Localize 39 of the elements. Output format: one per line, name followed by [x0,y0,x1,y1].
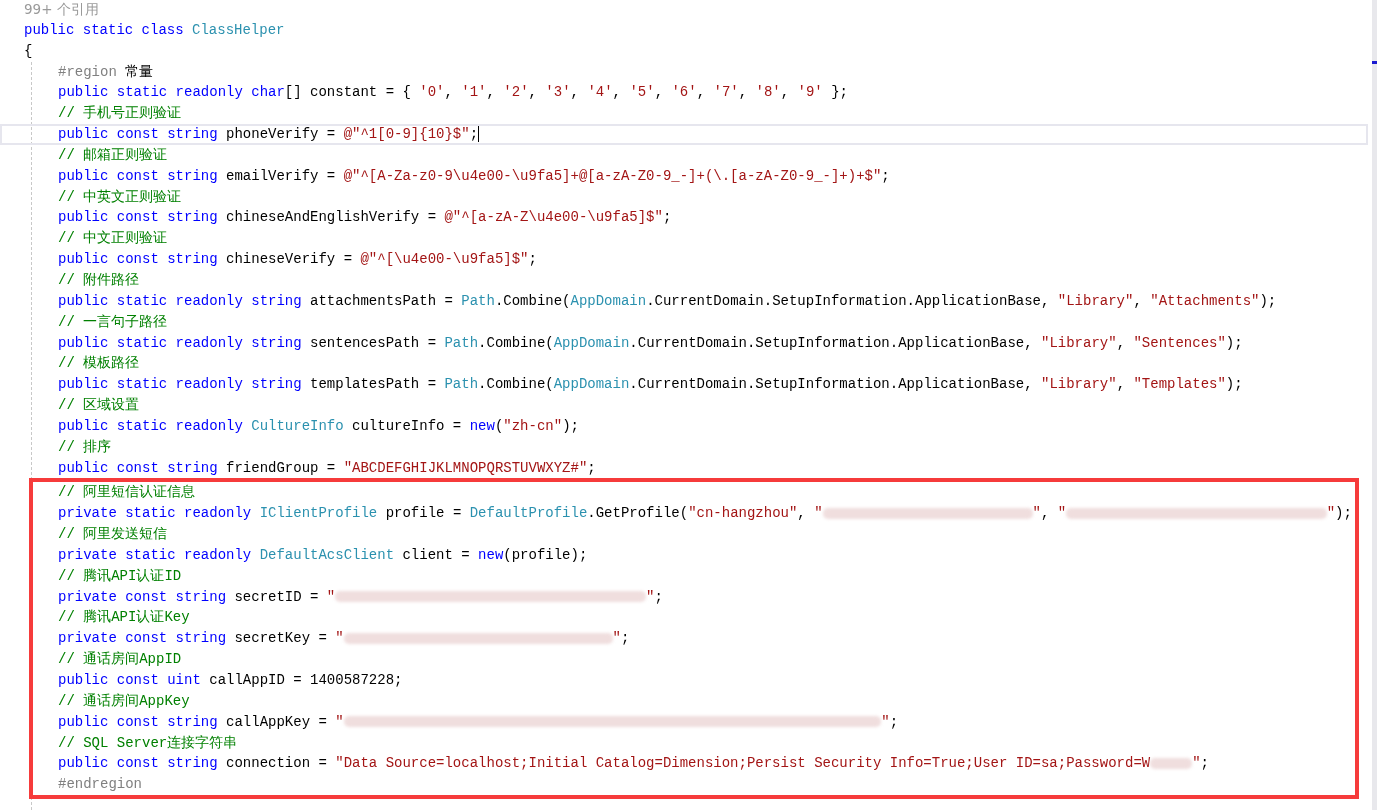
code-line: public const string chineseVerify = @"^[\u4e00-\u9fa5]$"; [58,250,538,270]
code-line: // 模板路径 [58,354,141,374]
code-line: public static readonly CultureInfo cultureInfo = new("zh-cn"); [58,416,580,436]
code-line: #endregion [58,775,143,795]
code-line: private static readonly IClientProfile profile = DefaultProfile.GetProfile("cn-hangzhou", " ", " "); [58,504,1353,524]
code-line: // 腾讯API认证Key [58,608,191,628]
code-line: public const string emailVerify = @"^[A-Za-z0-9\u4e00-\u9fa5]+@[a-zA-Z0-9_-]+(\.[a-zA-Z0-9_-]+)+$"; [58,166,891,186]
code-line: private const string secretKey = " "; [58,629,631,649]
caret-position-marker [1372,61,1377,64]
code-line: public const string connection = "Data Source=localhost;Initial Catalog=Dimension;Persist Security Info=True;User ID=sa;Password=W "; [58,754,1210,774]
code-line: #region 常量 [58,62,155,82]
code-line: // 排序 [58,437,113,457]
code-line: // 通话房间AppKey [58,691,191,711]
code-line: // 手机号正则验证 [58,104,183,124]
code-line: public static readonly char[] constant = { '0', '1', '2', '3', '4', '5', '6', '7', '8', '9' }; [58,83,849,103]
code-line: // 邮箱正则验证 [58,145,169,165]
code-line: private const string secretID = " "; [58,587,664,607]
code-line: public const string callAppKey = " "; [58,712,900,732]
code-line: public static readonly string attachmentsPath = Path.Combine(AppDomain.CurrentDomain.SetupInformation.ApplicationBase, "Library", "Attachments"); [58,291,1278,311]
code-line: public static readonly string sentencesPath = Path.Combine(AppDomain.CurrentDomain.SetupInformation.ApplicationBase, "Library", "Sentences"); [58,333,1244,353]
code-line: // 附件路径 [58,270,141,290]
code-line: // 中英文正则验证 [58,187,183,207]
scrollbar[interactable] [1372,0,1377,810]
code-line: // 阿里发送短信 [58,525,169,545]
code-line: // 一言句子路径 [58,312,169,332]
code-line: // 区域设置 [58,396,141,416]
code-line: // 通话房间AppID [58,650,183,670]
code-line: public const string friendGroup = "ABCDEFGHIJKLMNOPQRSTUVWXYZ#"; [58,458,597,478]
reference-count[interactable]: 99+ 个引用 [24,0,1368,20]
code-line: // 腾讯API认证ID [58,566,183,586]
code-line: public const uint callAppID = 1400587228; [58,671,404,690]
code-line: // 阿里短信认证信息 [58,483,197,503]
code-line: // SQL Server连接字符串 [58,733,239,753]
code-line: private static readonly DefaultAcsClient client = new(profile); [58,545,589,565]
code-line: public const string chineseAndEnglishVerify = @"^[a-zA-Z\u4e00-\u9fa5]$"; [58,208,673,228]
code-line: { [24,41,34,61]
code-line: public static readonly string templatesPath = Path.Combine(AppDomain.CurrentDomain.SetupInformation.ApplicationBase, "Library", "Templates"); [58,375,1244,395]
code-line: // 中文正则验证 [58,229,169,249]
class-declaration: public static class ClassHelper [24,20,286,40]
